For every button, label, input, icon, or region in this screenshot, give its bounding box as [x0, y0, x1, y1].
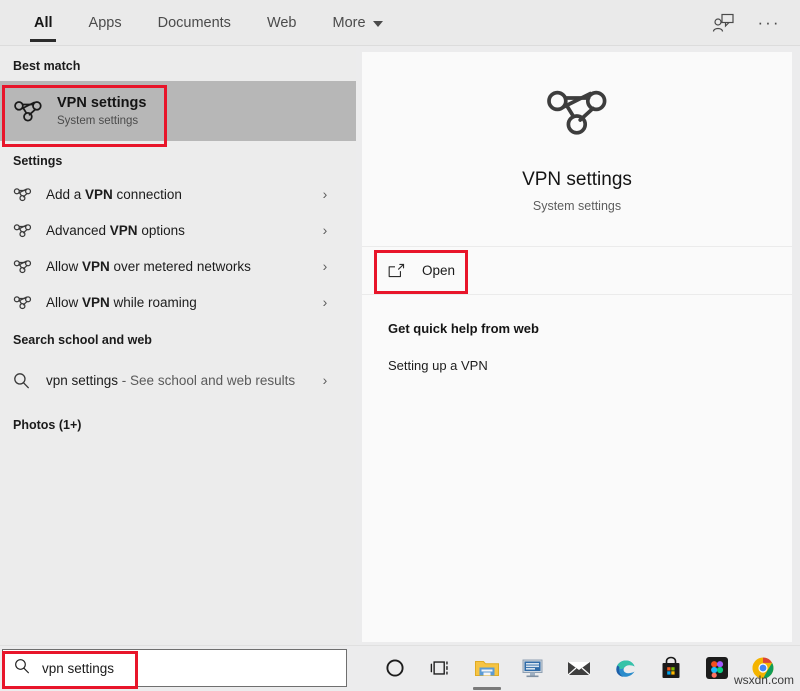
search-input-value: vpn settings — [42, 660, 115, 676]
photos-heading: Photos (1+) — [13, 418, 82, 432]
ellipsis-icon[interactable]: ··· — [756, 10, 782, 36]
taskbar-icons — [372, 645, 786, 691]
preview-title: VPN settings — [522, 168, 632, 190]
settings-item-allow-vpn-over-metered-networks[interactable]: Allow VPN over metered networks › — [0, 248, 356, 284]
tab-more[interactable]: More — [315, 0, 401, 46]
settings-item-label: Add a VPN connection — [46, 186, 182, 202]
vpn-icon — [545, 86, 609, 143]
web-search-label: vpn settings - See school and web result… — [46, 372, 296, 388]
settings-item-add-vpn-connection[interactable]: Add a VPN connection › — [0, 176, 356, 212]
best-match-text: VPN settings System settings — [57, 95, 146, 127]
search-results-list: Best match VPN settings System settings … — [0, 46, 356, 645]
mail-icon[interactable] — [556, 645, 602, 691]
cortana-icon[interactable] — [372, 645, 418, 691]
file-explorer-icon[interactable] — [464, 645, 510, 691]
settings-item-advanced-vpn-options[interactable]: Advanced VPN options › — [0, 212, 356, 248]
tab-all-label: All — [34, 14, 53, 31]
vpn-icon — [13, 295, 46, 310]
tab-apps-label: Apps — [88, 14, 122, 31]
web-help-link[interactable]: Setting up a VPN — [388, 358, 792, 373]
search-icon — [14, 658, 30, 679]
chevron-right-icon: › — [322, 294, 328, 310]
web-search-result[interactable]: vpn settings - See school and web result… — [0, 355, 356, 405]
vpn-icon — [13, 223, 46, 238]
chevron-right-icon: › — [322, 222, 328, 238]
vpn-icon — [13, 259, 46, 274]
preview-pane: VPN settings System settings Open Get qu… — [362, 52, 792, 642]
task-view-icon[interactable] — [418, 645, 464, 691]
preview-subtitle: System settings — [532, 198, 622, 213]
watermark: wsxdn.com — [733, 673, 794, 687]
tab-web-label: Web — [266, 14, 297, 31]
chevron-down-icon — [372, 20, 383, 27]
best-match-subtitle: System settings — [57, 115, 139, 127]
tabbar-actions: ··· — [710, 10, 800, 36]
best-match-title: VPN settings — [57, 95, 147, 111]
tab-apps[interactable]: Apps — [71, 0, 140, 46]
microsoft-store-icon[interactable] — [648, 645, 694, 691]
tab-list: All Apps Documents Web More — [0, 0, 401, 46]
open-button-label: Open — [422, 263, 456, 278]
settings-item-label: Advanced VPN options — [46, 222, 185, 238]
vpn-icon — [13, 99, 53, 123]
open-button[interactable]: Open — [362, 247, 792, 295]
web-help-section: Get quick help from web Setting up a VPN — [362, 295, 792, 373]
tab-documents[interactable]: Documents — [140, 0, 249, 46]
vpn-icon — [13, 187, 46, 202]
preview-hero: VPN settings System settings — [362, 52, 792, 247]
taskbar: vpn settings wsxdn.com — [0, 645, 800, 691]
tab-all[interactable]: All — [16, 0, 71, 46]
windows-search-overlay: All Apps Documents Web More ··· Best mat… — [0, 0, 800, 691]
open-external-icon — [388, 263, 422, 278]
person-feedback-icon[interactable] — [710, 10, 736, 36]
web-help-title: Get quick help from web — [388, 321, 539, 336]
best-match-result-vpn-settings[interactable]: VPN settings System settings — [0, 81, 356, 141]
search-icon — [13, 372, 46, 389]
edge-icon[interactable] — [602, 645, 648, 691]
chevron-right-icon: › — [322, 372, 328, 388]
settings-item-allow-vpn-while-roaming[interactable]: Allow VPN while roaming › — [0, 284, 356, 320]
settings-item-label: Allow VPN over metered networks — [46, 258, 251, 274]
chevron-right-icon: › — [322, 186, 328, 202]
search-filter-tabbar: All Apps Documents Web More ··· — [0, 0, 800, 46]
settings-heading: Settings — [13, 154, 63, 168]
tab-web[interactable]: Web — [249, 0, 315, 46]
tab-documents-label: Documents — [157, 14, 231, 31]
tab-more-label: More — [332, 14, 366, 31]
search-input[interactable]: vpn settings — [2, 649, 347, 687]
settings-item-label: Allow VPN while roaming — [46, 294, 197, 310]
media-player-icon[interactable] — [510, 645, 556, 691]
chevron-right-icon: › — [322, 258, 328, 274]
web-search-heading: Search school and web — [13, 333, 152, 347]
best-match-heading: Best match — [13, 59, 81, 73]
